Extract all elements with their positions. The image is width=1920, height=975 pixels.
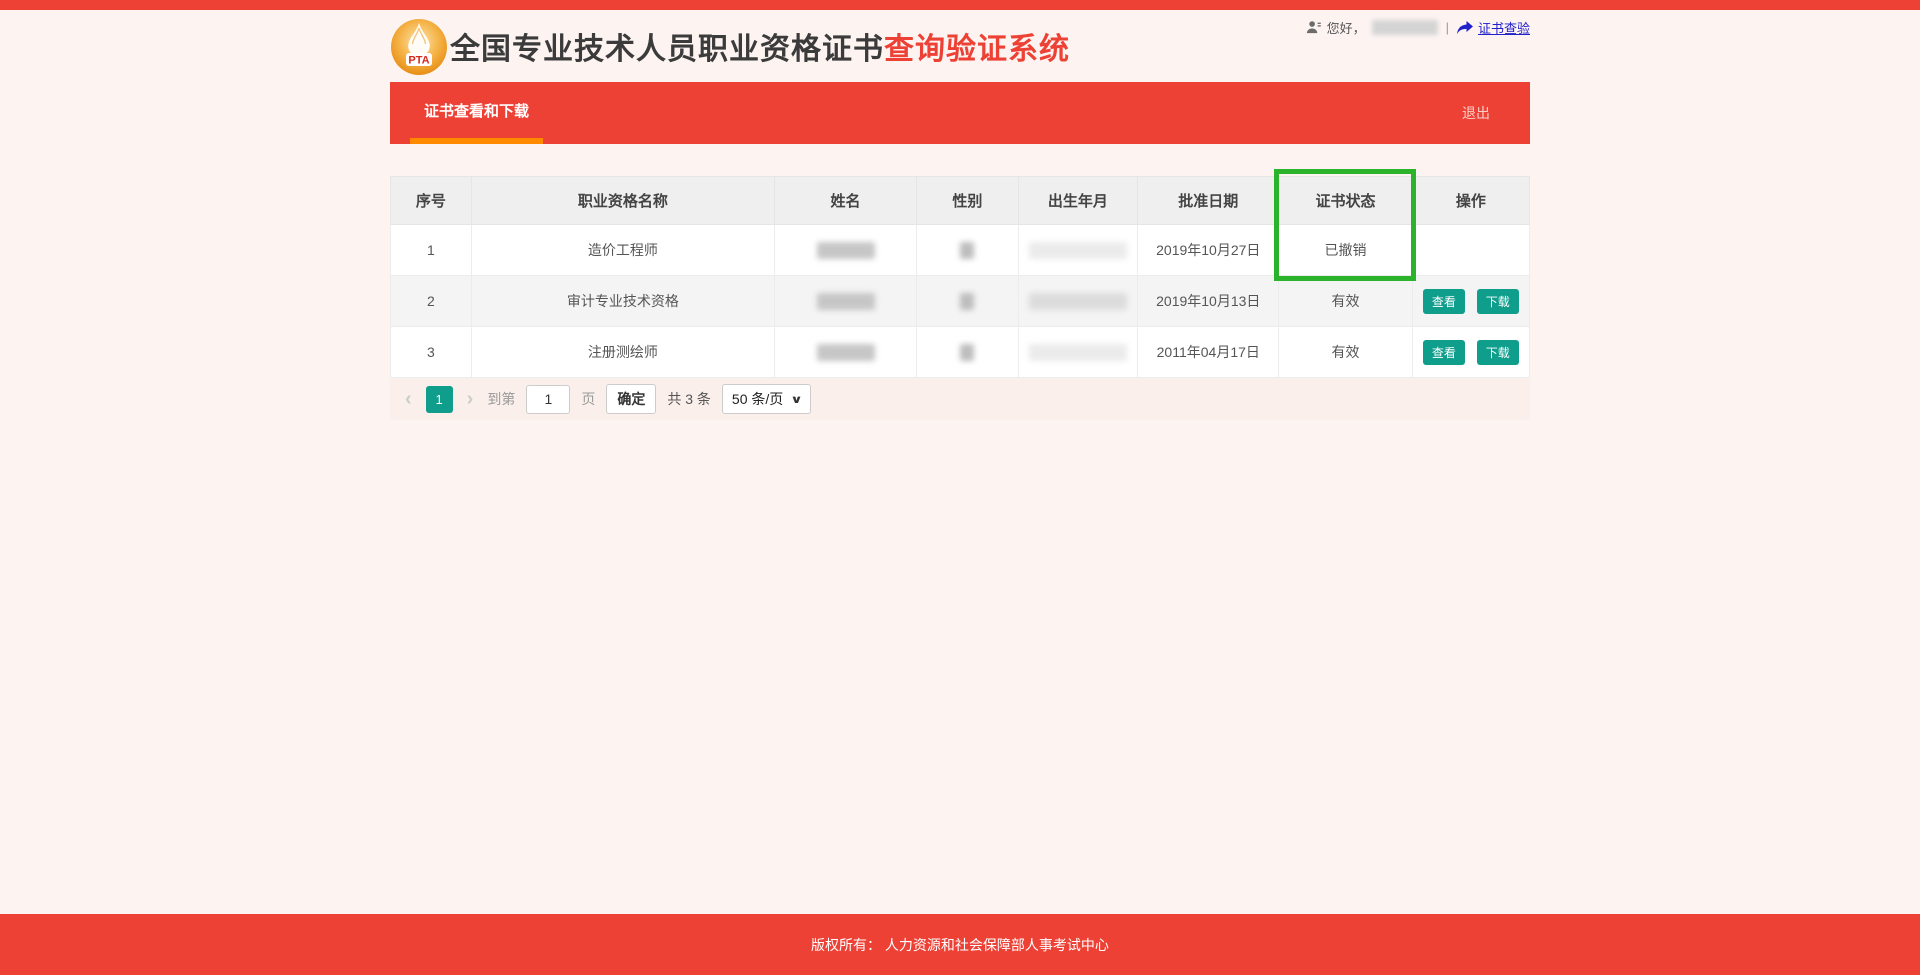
page-number-input[interactable]	[526, 385, 570, 414]
prev-page-chevron[interactable]: ‹	[402, 389, 415, 409]
top-accent-bar	[0, 0, 1920, 10]
col-header-approval-date: 批准日期	[1138, 177, 1279, 225]
pta-logo-icon: PTA	[390, 18, 448, 76]
cell-status: 有效	[1279, 276, 1412, 327]
redacted-name	[817, 344, 875, 361]
page-title: 全国专业技术人员职业资格证书查询验证系统	[450, 24, 1070, 68]
cell-qualification: 审计专业技术资格	[471, 276, 774, 327]
redacted-gender	[960, 344, 974, 361]
cell-name	[774, 225, 916, 276]
cell-actions	[1412, 225, 1529, 276]
certificates-panel: 序号 职业资格名称 姓名 性别 出生年月 批准日期 证书状态 操作 1 造价工程…	[390, 176, 1530, 420]
download-button[interactable]: 下载	[1477, 340, 1519, 365]
table-row: 3 注册测绘师 2011年04月17日 有效 查看 下载	[391, 327, 1530, 378]
svg-text:PTA: PTA	[408, 55, 429, 67]
header: PTA 全国专业技术人员职业资格证书查询验证系统 您好， | 证书查验	[390, 10, 1530, 82]
col-header-actions: 操作	[1412, 177, 1529, 225]
cell-qualification: 注册测绘师	[471, 327, 774, 378]
cell-actions: 查看 下载	[1412, 276, 1529, 327]
cell-gender	[917, 225, 1018, 276]
cell-status: 已撤销	[1279, 225, 1412, 276]
page-title-accent: 查询验证系统	[884, 33, 1070, 66]
redacted-name	[817, 293, 875, 310]
cell-index: 1	[391, 225, 472, 276]
brand: PTA 全国专业技术人员职业资格证书查询验证系统	[390, 16, 1070, 76]
col-header-qualification: 职业资格名称	[471, 177, 774, 225]
table-header-row: 序号 职业资格名称 姓名 性别 出生年月 批准日期 证书状态 操作	[391, 177, 1530, 225]
cell-name	[774, 276, 916, 327]
redacted-name	[817, 242, 875, 259]
goto-prefix-label: 到第	[487, 389, 515, 409]
pagination-bar: ‹ 1 › 到第 页 确定 共 3 条 50 条/页 ∨	[390, 378, 1530, 420]
table-row: 2 审计专业技术资格 2019年10月13日 有效 查看 下载	[391, 276, 1530, 327]
cell-status: 有效	[1279, 327, 1412, 378]
redacted-username	[1372, 20, 1438, 35]
col-header-birth: 出生年月	[1018, 177, 1138, 225]
cell-gender	[917, 276, 1018, 327]
page-size-value: 50 条/页	[732, 389, 783, 409]
cell-approval-date: 2011年04月17日	[1138, 327, 1279, 378]
cell-approval-date: 2019年10月13日	[1138, 276, 1279, 327]
cell-index: 2	[391, 276, 472, 327]
redacted-gender	[960, 242, 974, 259]
col-header-gender: 性别	[917, 177, 1018, 225]
main-nav: 证书查看和下载 退出	[390, 82, 1530, 144]
cell-birth	[1018, 276, 1138, 327]
greeting-text: 您好，	[1327, 18, 1366, 37]
view-button[interactable]: 查看	[1423, 340, 1465, 365]
redacted-gender	[960, 293, 974, 310]
cell-gender	[917, 327, 1018, 378]
forward-arrow-icon	[1457, 21, 1473, 35]
col-header-index: 序号	[391, 177, 472, 225]
confirm-button[interactable]: 确定	[606, 384, 656, 414]
next-page-chevron[interactable]: ›	[464, 389, 477, 409]
redacted-birthdate	[1029, 242, 1127, 259]
tab-view-download-certificates[interactable]: 证书查看和下载	[410, 82, 543, 144]
cell-name	[774, 327, 916, 378]
download-button[interactable]: 下载	[1477, 289, 1519, 314]
cell-birth	[1018, 327, 1138, 378]
col-header-name: 姓名	[774, 177, 916, 225]
cell-index: 3	[391, 327, 472, 378]
cell-birth	[1018, 225, 1138, 276]
page-size-select[interactable]: 50 条/页 ∨	[722, 384, 811, 414]
user-icon	[1306, 20, 1321, 35]
footer-bar: 版权所有： 人力资源和社会保障部人事考试中心	[0, 914, 1920, 975]
redacted-birthdate	[1029, 344, 1127, 361]
cell-qualification: 造价工程师	[471, 225, 774, 276]
certificates-table: 序号 职业资格名称 姓名 性别 出生年月 批准日期 证书状态 操作 1 造价工程…	[390, 176, 1530, 378]
view-button[interactable]: 查看	[1423, 289, 1465, 314]
page-1-button[interactable]: 1	[426, 386, 453, 413]
divider-pipe: |	[1446, 20, 1449, 35]
goto-suffix-label: 页	[581, 389, 595, 409]
table-row: 1 造价工程师 2019年10月27日 已撤销	[391, 225, 1530, 276]
copyright-text: 版权所有： 人力资源和社会保障部人事考试中心	[811, 935, 1109, 955]
total-count-label: 共 3 条	[667, 389, 711, 409]
chevron-down-icon: ∨	[790, 393, 803, 406]
page-title-main: 全国专业技术人员职业资格证书	[450, 33, 884, 66]
user-bar: 您好， | 证书查验	[1306, 18, 1530, 37]
certificate-verify-link[interactable]: 证书查验	[1457, 18, 1530, 37]
redacted-birthdate	[1029, 293, 1127, 310]
col-header-status: 证书状态	[1279, 177, 1412, 225]
cell-actions: 查看 下载	[1412, 327, 1529, 378]
logout-button[interactable]: 退出	[1462, 82, 1490, 144]
certificate-verify-label: 证书查验	[1478, 18, 1530, 37]
cell-approval-date: 2019年10月27日	[1138, 225, 1279, 276]
